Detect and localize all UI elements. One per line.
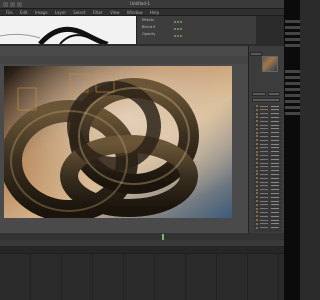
- panel-dropdown[interactable]: [252, 98, 280, 102]
- paint-canvas[interactable]: [0, 16, 136, 44]
- info-sidebar: [284, 0, 300, 300]
- panel-button[interactable]: [268, 92, 280, 96]
- close-icon[interactable]: [3, 2, 8, 7]
- menu-bar: File Edit Image Layer Select Filter View…: [0, 9, 284, 16]
- prop-row[interactable]: Blend If: [138, 25, 254, 30]
- window-title: Untitled-1: [130, 1, 150, 6]
- menu-help[interactable]: Help: [150, 9, 159, 16]
- layer-thumbnail[interactable]: [262, 56, 278, 72]
- menu-edit[interactable]: Edit: [20, 9, 28, 16]
- timeline-track[interactable]: [0, 246, 284, 254]
- timeline-ruler[interactable]: [0, 233, 284, 240]
- timeline-grid: [0, 254, 284, 300]
- menu-layer[interactable]: Layer: [55, 9, 66, 16]
- panel-tab[interactable]: [250, 52, 262, 56]
- maximize-icon[interactable]: [17, 2, 22, 7]
- menu-window[interactable]: Window: [127, 9, 143, 16]
- prop-row[interactable]: Opacity: [138, 32, 254, 37]
- menu-select[interactable]: Select: [73, 9, 85, 16]
- menu-filter[interactable]: Filter: [93, 9, 103, 16]
- list-item[interactable]: [254, 226, 282, 231]
- menu-view[interactable]: View: [110, 9, 120, 16]
- menu-image[interactable]: Image: [35, 9, 48, 16]
- minimize-icon[interactable]: [10, 2, 15, 7]
- torus-render: [4, 66, 232, 218]
- brush-strokes: [0, 26, 113, 44]
- panel-button[interactable]: [252, 92, 266, 96]
- viewport-toolbar: [0, 56, 248, 64]
- menu-file[interactable]: File: [6, 9, 13, 16]
- prop-row[interactable]: Effects: [138, 18, 254, 23]
- channel-list: [254, 104, 282, 232]
- render-viewport[interactable]: [4, 66, 232, 218]
